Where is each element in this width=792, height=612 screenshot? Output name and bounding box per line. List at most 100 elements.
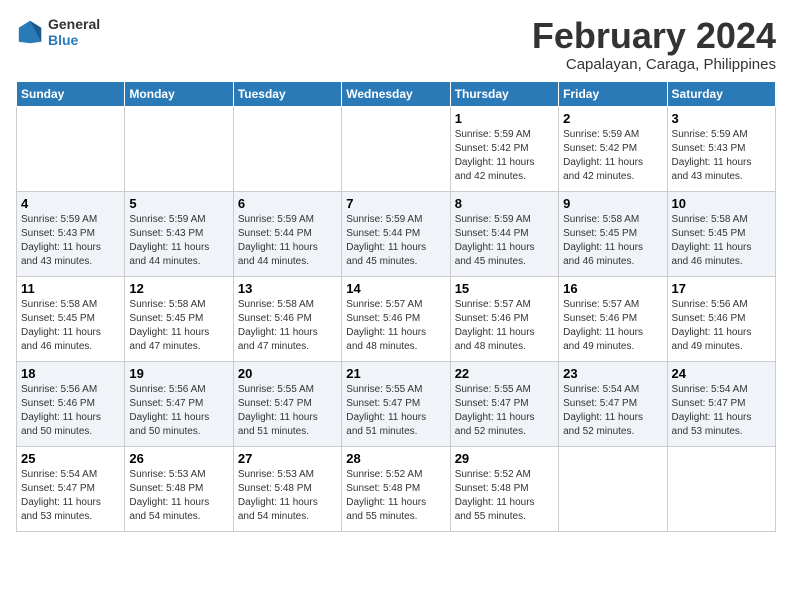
calendar-cell: 26 Sunrise: 5:53 AM Sunset: 5:48 PM Dayli… [125, 446, 233, 531]
calendar-week-row: 11Sunrise: 5:58 AM Sunset: 5:45 PM Dayli… [17, 276, 776, 361]
day-number: 26 [129, 451, 228, 466]
day-number: 25 [21, 451, 120, 466]
day-info: Sunrise: 5:58 AM Sunset: 5:45 PM Dayligh… [672, 213, 771, 269]
day-number: 9 [563, 196, 662, 211]
day-info: Sunrise: 5:52 AM Sunset: 5:48 PM Dayligh… [455, 468, 554, 524]
day-info: Sunrise: 5:55 AM Sunset: 5:47 PM Dayligh… [238, 383, 337, 439]
logo-text-line1: General [48, 16, 100, 32]
calendar-cell: 4 Sunrise: 5:59 AM Sunset: 5:43 PM Daylig… [17, 191, 125, 276]
day-header-thursday: Thursday [450, 81, 558, 106]
day-info: Sunrise: 5:59 AM Sunset: 5:42 PM Dayligh… [455, 128, 554, 184]
day-number: 14 [346, 281, 445, 296]
day-number: 4 [21, 196, 120, 211]
day-number: 23 [563, 366, 662, 381]
calendar-week-row: 1Sunrise: 5:59 AM Sunset: 5:42 PM Daylig… [17, 106, 776, 191]
calendar-cell: 7 Sunrise: 5:59 AM Sunset: 5:44 PM Daylig… [342, 191, 450, 276]
calendar-cell [233, 106, 341, 191]
calendar-subtitle: Capalayan, Caraga, Philippines [532, 56, 776, 73]
day-header-saturday: Saturday [667, 81, 775, 106]
day-number: 15 [455, 281, 554, 296]
calendar-cell: 22Sunrise: 5:55 AM Sunset: 5:47 PM Dayli… [450, 361, 558, 446]
calendar-table: SundayMondayTuesdayWednesdayThursdayFrid… [16, 81, 776, 532]
calendar-title: February 2024 [532, 16, 776, 56]
calendar-cell: 11Sunrise: 5:58 AM Sunset: 5:45 PM Dayli… [17, 276, 125, 361]
calendar-cell: 1Sunrise: 5:59 AM Sunset: 5:42 PM Daylig… [450, 106, 558, 191]
day-info: Sunrise: 5:54 AM Sunset: 5:47 PM Dayligh… [672, 383, 771, 439]
day-info: Sunrise: 5:57 AM Sunset: 5:46 PM Dayligh… [346, 298, 445, 354]
day-header-monday: Monday [125, 81, 233, 106]
day-number: 13 [238, 281, 337, 296]
calendar-cell: 14 Sunrise: 5:57 AM Sunset: 5:46 PM Dayli… [342, 276, 450, 361]
calendar-cell: 27 Sunrise: 5:53 AM Sunset: 5:48 PM Dayli… [233, 446, 341, 531]
day-info: Sunrise: 5:53 AM Sunset: 5:48 PM Dayligh… [129, 468, 228, 524]
calendar-cell [17, 106, 125, 191]
day-info: Sunrise: 5:59 AM Sunset: 5:44 PM Dayligh… [346, 213, 445, 269]
calendar-cell: 13 Sunrise: 5:58 AM Sunset: 5:46 PM Dayli… [233, 276, 341, 361]
calendar-week-row: 25 Sunrise: 5:54 AM Sunset: 5:47 PM Dayli… [17, 446, 776, 531]
day-info: Sunrise: 5:56 AM Sunset: 5:46 PM Dayligh… [672, 298, 771, 354]
day-header-friday: Friday [559, 81, 667, 106]
day-info: Sunrise: 5:59 AM Sunset: 5:42 PM Dayligh… [563, 128, 662, 184]
day-info: Sunrise: 5:59 AM Sunset: 5:43 PM Dayligh… [672, 128, 771, 184]
logo-icon [16, 18, 44, 46]
day-info: Sunrise: 5:54 AM Sunset: 5:47 PM Dayligh… [21, 468, 120, 524]
calendar-cell: 2 Sunrise: 5:59 AM Sunset: 5:42 PM Daylig… [559, 106, 667, 191]
calendar-cell: 10Sunrise: 5:58 AM Sunset: 5:45 PM Dayli… [667, 191, 775, 276]
day-info: Sunrise: 5:59 AM Sunset: 5:44 PM Dayligh… [455, 213, 554, 269]
day-info: Sunrise: 5:59 AM Sunset: 5:44 PM Dayligh… [238, 213, 337, 269]
calendar-cell: 16 Sunrise: 5:57 AM Sunset: 5:46 PM Dayli… [559, 276, 667, 361]
calendar-cell: 23 Sunrise: 5:54 AM Sunset: 5:47 PM Dayli… [559, 361, 667, 446]
day-info: Sunrise: 5:55 AM Sunset: 5:47 PM Dayligh… [455, 383, 554, 439]
calendar-cell: 21Sunrise: 5:55 AM Sunset: 5:47 PM Dayli… [342, 361, 450, 446]
day-number: 8 [455, 196, 554, 211]
day-info: Sunrise: 5:58 AM Sunset: 5:45 PM Dayligh… [21, 298, 120, 354]
day-info: Sunrise: 5:58 AM Sunset: 5:45 PM Dayligh… [129, 298, 228, 354]
calendar-header-row: SundayMondayTuesdayWednesdayThursdayFrid… [17, 81, 776, 106]
day-number: 12 [129, 281, 228, 296]
calendar-cell: 15 Sunrise: 5:57 AM Sunset: 5:46 PM Dayli… [450, 276, 558, 361]
day-info: Sunrise: 5:57 AM Sunset: 5:46 PM Dayligh… [563, 298, 662, 354]
day-info: Sunrise: 5:58 AM Sunset: 5:45 PM Dayligh… [563, 213, 662, 269]
day-number: 2 [563, 111, 662, 126]
day-number: 18 [21, 366, 120, 381]
calendar-cell [125, 106, 233, 191]
day-info: Sunrise: 5:59 AM Sunset: 5:43 PM Dayligh… [129, 213, 228, 269]
calendar-cell: 8 Sunrise: 5:59 AM Sunset: 5:44 PM Daylig… [450, 191, 558, 276]
calendar-cell: 12 Sunrise: 5:58 AM Sunset: 5:45 PM Dayli… [125, 276, 233, 361]
day-info: Sunrise: 5:58 AM Sunset: 5:46 PM Dayligh… [238, 298, 337, 354]
day-number: 3 [672, 111, 771, 126]
day-number: 16 [563, 281, 662, 296]
logo-text-line2: Blue [48, 32, 100, 48]
day-info: Sunrise: 5:56 AM Sunset: 5:47 PM Dayligh… [129, 383, 228, 439]
calendar-cell: 17Sunrise: 5:56 AM Sunset: 5:46 PM Dayli… [667, 276, 775, 361]
calendar-cell [342, 106, 450, 191]
day-header-wednesday: Wednesday [342, 81, 450, 106]
day-number: 28 [346, 451, 445, 466]
day-number: 27 [238, 451, 337, 466]
day-number: 19 [129, 366, 228, 381]
day-info: Sunrise: 5:56 AM Sunset: 5:46 PM Dayligh… [21, 383, 120, 439]
day-header-sunday: Sunday [17, 81, 125, 106]
calendar-cell: 20 Sunrise: 5:55 AM Sunset: 5:47 PM Dayli… [233, 361, 341, 446]
day-info: Sunrise: 5:52 AM Sunset: 5:48 PM Dayligh… [346, 468, 445, 524]
day-number: 24 [672, 366, 771, 381]
calendar-cell: 25 Sunrise: 5:54 AM Sunset: 5:47 PM Dayli… [17, 446, 125, 531]
day-number: 7 [346, 196, 445, 211]
day-info: Sunrise: 5:53 AM Sunset: 5:48 PM Dayligh… [238, 468, 337, 524]
calendar-cell [559, 446, 667, 531]
calendar-cell [667, 446, 775, 531]
calendar-cell: 18 Sunrise: 5:56 AM Sunset: 5:46 PM Dayli… [17, 361, 125, 446]
calendar-cell: 5Sunrise: 5:59 AM Sunset: 5:43 PM Daylig… [125, 191, 233, 276]
day-info: Sunrise: 5:59 AM Sunset: 5:43 PM Dayligh… [21, 213, 120, 269]
day-number: 29 [455, 451, 554, 466]
day-number: 6 [238, 196, 337, 211]
header: General Blue February 2024 Capalayan, Ca… [16, 16, 776, 73]
calendar-week-row: 4 Sunrise: 5:59 AM Sunset: 5:43 PM Daylig… [17, 191, 776, 276]
day-number: 20 [238, 366, 337, 381]
day-info: Sunrise: 5:57 AM Sunset: 5:46 PM Dayligh… [455, 298, 554, 354]
logo: General Blue [16, 16, 100, 48]
day-info: Sunrise: 5:55 AM Sunset: 5:47 PM Dayligh… [346, 383, 445, 439]
calendar-cell: 24 Sunrise: 5:54 AM Sunset: 5:47 PM Dayli… [667, 361, 775, 446]
day-info: Sunrise: 5:54 AM Sunset: 5:47 PM Dayligh… [563, 383, 662, 439]
calendar-week-row: 18 Sunrise: 5:56 AM Sunset: 5:46 PM Dayli… [17, 361, 776, 446]
